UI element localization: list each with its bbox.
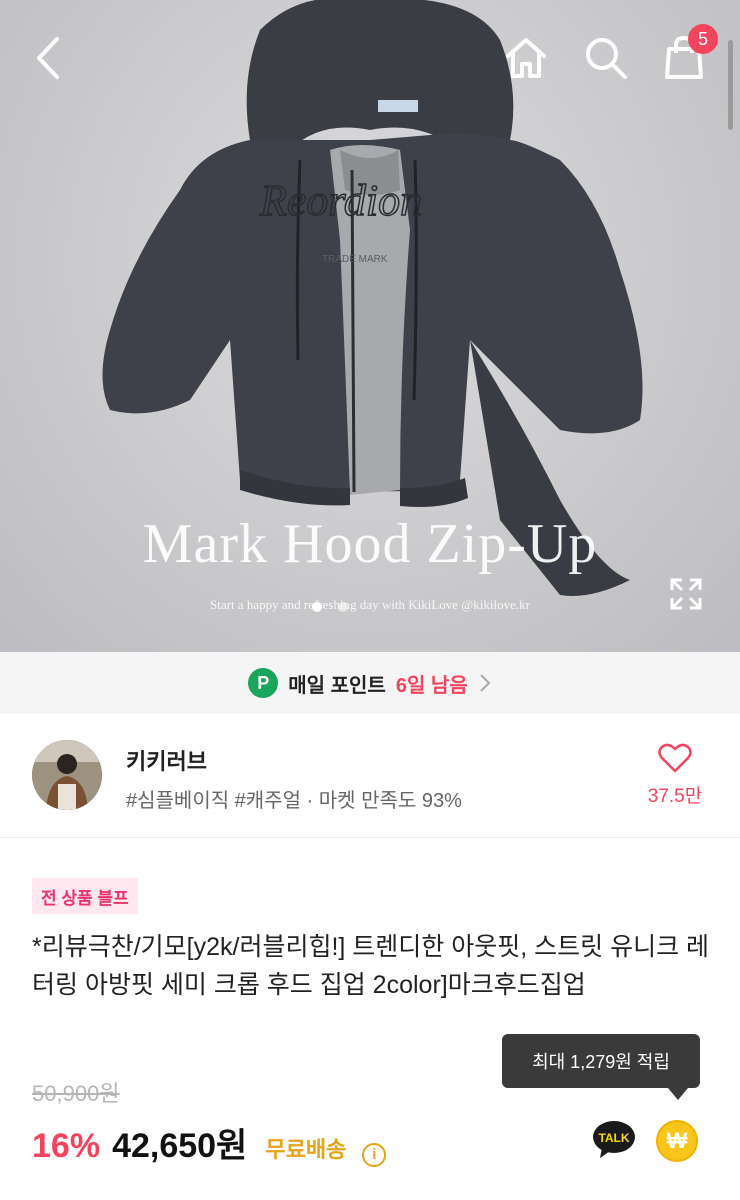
scrollbar[interactable]: [728, 40, 733, 130]
cart-count-badge: 5: [688, 24, 718, 54]
heart-icon: [658, 743, 692, 773]
info-icon[interactable]: i: [362, 1142, 387, 1167]
points-icon: P: [248, 668, 279, 698]
search-button[interactable]: [578, 30, 634, 86]
talk-icon: TALK: [593, 1121, 635, 1158]
shop-tags: #심플베이직 #캐주얼 · 마켓 만족도 93%: [126, 790, 462, 812]
talk-label: TALK: [598, 1131, 629, 1145]
back-button[interactable]: [20, 30, 76, 86]
expand-icon: [670, 578, 702, 610]
reward-won-button[interactable]: ₩: [656, 1120, 698, 1162]
expand-image-button[interactable]: [668, 576, 704, 612]
free-shipping-label: 무료배송: [265, 1137, 347, 1162]
search-icon: [586, 38, 627, 79]
reward-tooltip: 최대 1,279원 적립: [502, 1034, 700, 1100]
kakao-talk-button[interactable]: TALK: [592, 1120, 636, 1158]
carousel-dots: [312, 602, 348, 612]
won-icon: ₩: [666, 1128, 688, 1153]
carousel-dot-active[interactable]: [312, 602, 322, 612]
carousel-dot[interactable]: [338, 602, 348, 612]
original-price: 50,900원: [32, 1081, 120, 1106]
favorite-button[interactable]: 37.5만: [640, 742, 710, 808]
cart-button[interactable]: 5: [656, 24, 718, 86]
hero-title: Mark Hood Zip-Up: [142, 513, 598, 575]
hero-subtitle: Start a happy and refreshing day with Ki…: [210, 597, 530, 612]
favorite-count: 37.5만: [647, 786, 703, 807]
points-days-left: 6일 남음: [395, 674, 468, 697]
discount-rate: 16%: [32, 1127, 101, 1165]
shop-info[interactable]: 키키러브 #심플베이직 #캐주얼 · 마켓 만족도 93% 37.5만: [0, 714, 740, 838]
product-image-carousel[interactable]: Reordion TRADE MARK Mark Hood Zip-Up Sta…: [0, 0, 740, 652]
price-row: 16% 42,650원 무료배송 i: [32, 1118, 387, 1167]
chevron-left-icon: [37, 37, 59, 79]
sale-price: 42,650원: [112, 1127, 248, 1165]
product-title: *리뷰극찬/기모[y2k/러블리힙!] 트렌디한 아웃핏, 스트릿 유니크 레터…: [32, 933, 710, 999]
shop-name[interactable]: 키키러브: [126, 744, 207, 776]
daily-points-banner[interactable]: P 매일 포인트 6일 남음: [0, 652, 740, 714]
shop-avatar[interactable]: [32, 740, 102, 810]
points-label: 매일 포인트: [288, 674, 386, 697]
svg-text:TRADE MARK: TRADE MARK: [322, 254, 388, 265]
home-button[interactable]: [498, 30, 554, 86]
chevron-right-icon: [480, 674, 491, 692]
sale-badge: 전 상품 블프: [32, 878, 138, 914]
svg-text:Reordion: Reordion: [259, 176, 422, 225]
home-icon: [506, 38, 546, 78]
